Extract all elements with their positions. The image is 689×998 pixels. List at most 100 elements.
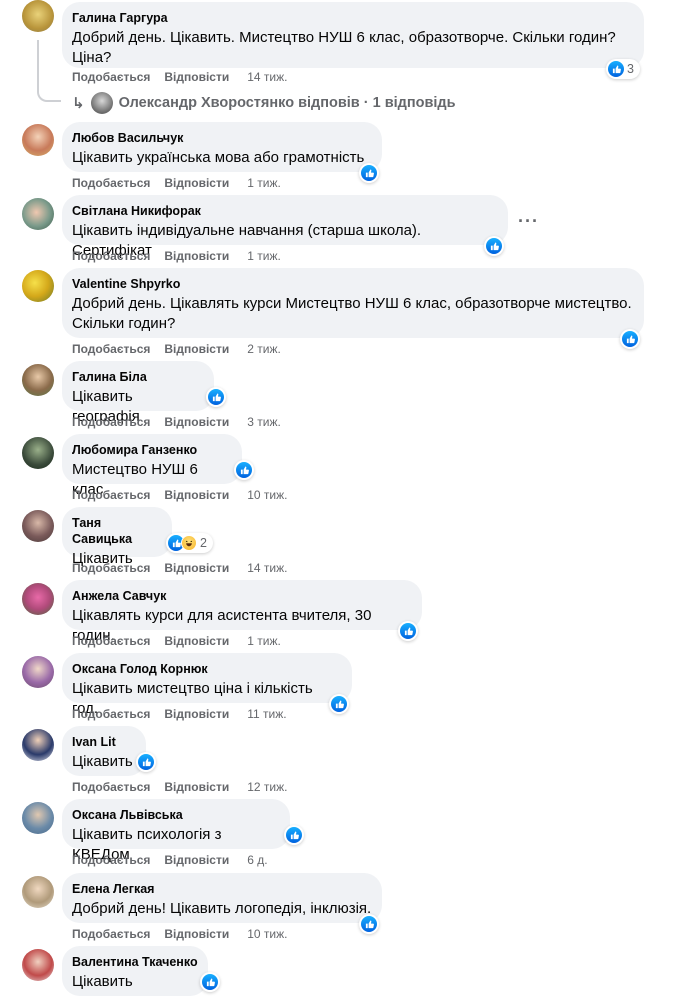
comment-author[interactable]: Світлана Никифорак [72, 203, 498, 219]
avatar[interactable] [22, 437, 54, 469]
comment-author[interactable]: Анжела Савчук [72, 588, 412, 604]
reaction-count: 3 [627, 62, 634, 76]
like-button[interactable]: Подобається [72, 707, 150, 721]
like-button[interactable]: Подобається [72, 249, 150, 263]
timestamp[interactable]: 12 тиж. [247, 780, 287, 794]
reaction-summary[interactable] [620, 329, 640, 349]
reaction-summary[interactable] [484, 236, 504, 256]
reaction-summary[interactable] [359, 163, 379, 183]
reply-button[interactable]: Відповісти [164, 342, 229, 356]
comment-text: Цікавить [72, 973, 133, 990]
like-button[interactable]: Подобається [72, 70, 150, 84]
avatar[interactable] [22, 656, 54, 688]
avatar[interactable] [22, 124, 54, 156]
comment-author[interactable]: Любомира Ганзенко [72, 442, 232, 458]
avatar[interactable] [22, 0, 54, 32]
timestamp[interactable]: 11 тиж. [247, 707, 286, 721]
timestamp[interactable]: 2 тиж. [247, 342, 281, 356]
like-button[interactable]: Подобається [72, 561, 150, 575]
comment-text: Добрий день! Цікавить логопедія, інклюзі… [72, 900, 372, 917]
timestamp[interactable]: 14 тиж. [247, 70, 287, 84]
comment-actions: Подобається Відповісти 10 тиж. [72, 488, 287, 502]
like-reaction-icon [286, 827, 302, 843]
like-button[interactable]: Подобається [72, 780, 150, 794]
reaction-summary[interactable]: 3 [606, 59, 640, 79]
comment-author[interactable]: Любов Васильчук [72, 130, 372, 146]
comment-actions: Подобається Відповісти 14 тиж. [72, 561, 287, 575]
comment-actions: Подобається Відповісти 1 тиж. [72, 176, 281, 190]
like-button[interactable]: Подобається [72, 176, 150, 190]
comment-actions: Подобається Відповісти 12 тиж. [72, 780, 287, 794]
comment-bubble: Валентина Ткаченко Цікавить [62, 946, 208, 996]
reply-button[interactable]: Відповісти [164, 707, 229, 721]
reaction-summary[interactable]: 2 [166, 533, 213, 553]
reply-button[interactable]: Відповісти [164, 176, 229, 190]
comment-author[interactable]: Valentine Shpyrko [72, 276, 634, 292]
comment-bubble: Ivan Lit Цікавить [62, 726, 146, 776]
comment-author[interactable]: Галина Гаргура [72, 10, 634, 26]
timestamp[interactable]: 10 тиж. [247, 488, 287, 502]
reply-button[interactable]: Відповісти [164, 70, 229, 84]
reply-button[interactable]: Відповісти [164, 634, 229, 648]
reaction-summary[interactable] [329, 694, 349, 714]
more-options-icon[interactable]: ··· [518, 211, 539, 232]
reaction-summary[interactable] [234, 460, 254, 480]
reaction-summary[interactable] [359, 914, 379, 934]
reply-button[interactable]: Відповісти [164, 561, 229, 575]
timestamp[interactable]: 6 д. [247, 853, 267, 867]
like-button[interactable]: Подобається [72, 488, 150, 502]
like-button[interactable]: Подобається [72, 415, 150, 429]
like-reaction-icon [202, 974, 218, 990]
timestamp[interactable]: 1 тиж. [247, 176, 281, 190]
timestamp[interactable]: 1 тиж. [247, 249, 281, 263]
avatar[interactable] [22, 270, 54, 302]
comment-author[interactable]: Елена Легкая [72, 881, 372, 897]
like-button[interactable]: Подобається [72, 634, 150, 648]
avatar[interactable] [22, 198, 54, 230]
like-reaction-icon [608, 61, 624, 77]
comment-author[interactable]: Таня Савицька [72, 515, 162, 547]
comment-actions: Подобається Відповісти 10 тиж. [72, 927, 287, 941]
like-button[interactable]: Подобається [72, 927, 150, 941]
reaction-summary[interactable] [136, 752, 156, 772]
avatar[interactable] [22, 949, 54, 981]
comment-author[interactable]: Валентина Ткаченко [72, 954, 198, 970]
like-button[interactable]: Подобається [72, 853, 150, 867]
timestamp[interactable]: 10 тиж. [247, 927, 287, 941]
like-button[interactable]: Подобається [72, 342, 150, 356]
comment-actions: Подобається Відповісти 11 тиж. [72, 707, 287, 721]
avatar[interactable] [22, 364, 54, 396]
comment-author[interactable]: Оксана Голод Корнюк [72, 661, 342, 677]
comment-bubble: Елена Легкая Добрий день! Цікавить логоп… [62, 873, 382, 923]
avatar[interactable] [22, 583, 54, 615]
comment-actions: Подобається Відповісти 3 тиж. [72, 415, 281, 429]
avatar[interactable] [22, 510, 54, 542]
reply-button[interactable]: Відповісти [164, 488, 229, 502]
comment-author[interactable]: Оксана Львівська [72, 807, 280, 823]
reaction-summary[interactable] [200, 972, 220, 992]
timestamp[interactable]: 14 тиж. [247, 561, 287, 575]
avatar[interactable] [22, 802, 54, 834]
like-reaction-icon [361, 916, 377, 932]
comment-text: Добрий день. Цікавлять курси Мистецтво Н… [72, 295, 632, 332]
reply-button[interactable]: Відповісти [164, 249, 229, 263]
like-reaction-icon [236, 462, 252, 478]
reaction-summary[interactable] [284, 825, 304, 845]
reaction-count: 2 [200, 536, 207, 550]
avatar[interactable] [22, 876, 54, 908]
view-replies-link[interactable]: ↳ Олександр Хворостянко відповів · 1 від… [72, 92, 456, 114]
reaction-summary[interactable] [206, 387, 226, 407]
reply-button[interactable]: Відповісти [164, 927, 229, 941]
comment-actions: Подобається Відповісти 1 тиж. [72, 634, 281, 648]
comment-bubble: Оксана Львівська Цікавить психологія з К… [62, 799, 290, 863]
comment-author[interactable]: Галина Біла [72, 369, 204, 385]
timestamp[interactable]: 3 тиж. [247, 415, 281, 429]
reply-button[interactable]: Відповісти [164, 780, 229, 794]
like-reaction-icon [331, 696, 347, 712]
reply-button[interactable]: Відповісти [164, 415, 229, 429]
timestamp[interactable]: 1 тиж. [247, 634, 281, 648]
avatar[interactable] [22, 729, 54, 761]
reply-button[interactable]: Відповісти [164, 853, 229, 867]
reaction-summary[interactable] [398, 621, 418, 641]
comment-author[interactable]: Ivan Lit [72, 734, 136, 750]
